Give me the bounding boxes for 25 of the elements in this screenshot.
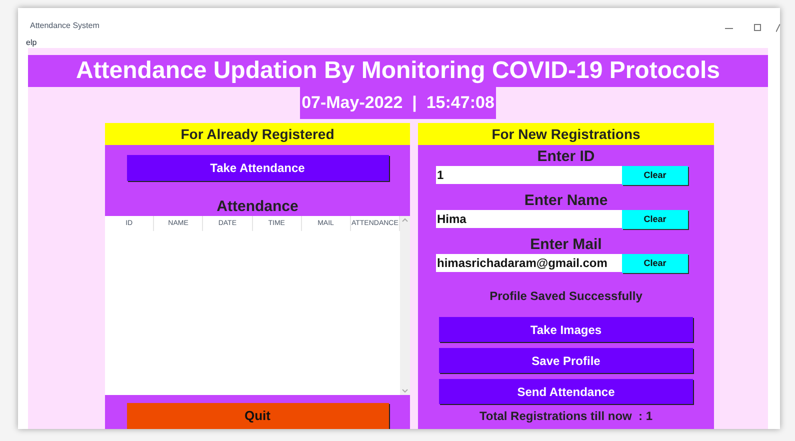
registration-count: Total Registrations till now : 1 (479, 408, 653, 424)
clear-button[interactable]: Clear (622, 254, 688, 273)
menu-item[interactable]: elp (26, 37, 37, 49)
field-label: Enter Name (524, 192, 608, 210)
input-field[interactable]: Hima (436, 210, 622, 228)
input-field[interactable]: himasrichadaram@gmail.com (436, 254, 622, 272)
maximize-icon[interactable] (754, 24, 761, 31)
input-field[interactable]: 1 (436, 166, 622, 184)
clear-button[interactable]: Clear (622, 210, 688, 229)
date-time: 07-May-2022 | 15:47:08 (300, 87, 496, 119)
panel-header: For Already Registered (105, 123, 410, 145)
clear-button[interactable]: Clear (622, 166, 688, 185)
take-attendance-button[interactable]: Take Attendance (126, 155, 388, 181)
status-message: Profile Saved Successfully (490, 288, 642, 305)
minimize-icon[interactable] (725, 28, 733, 30)
quit-button[interactable]: Quit (126, 403, 388, 429)
panel-header: For New Registrations (418, 123, 714, 145)
field-label: Enter Mail (530, 236, 602, 254)
window-title: Attendance System (30, 20, 100, 32)
action-button[interactable]: Save Profile (439, 348, 693, 373)
app-heading: Attendance Updation By Monitoring COVID-19 Protocols (28, 55, 768, 87)
table-title: Attendance (216, 198, 298, 216)
action-button[interactable]: Take Images (439, 317, 693, 342)
action-button[interactable]: Send Attendance (439, 379, 693, 404)
field-label: Enter ID (537, 148, 595, 166)
